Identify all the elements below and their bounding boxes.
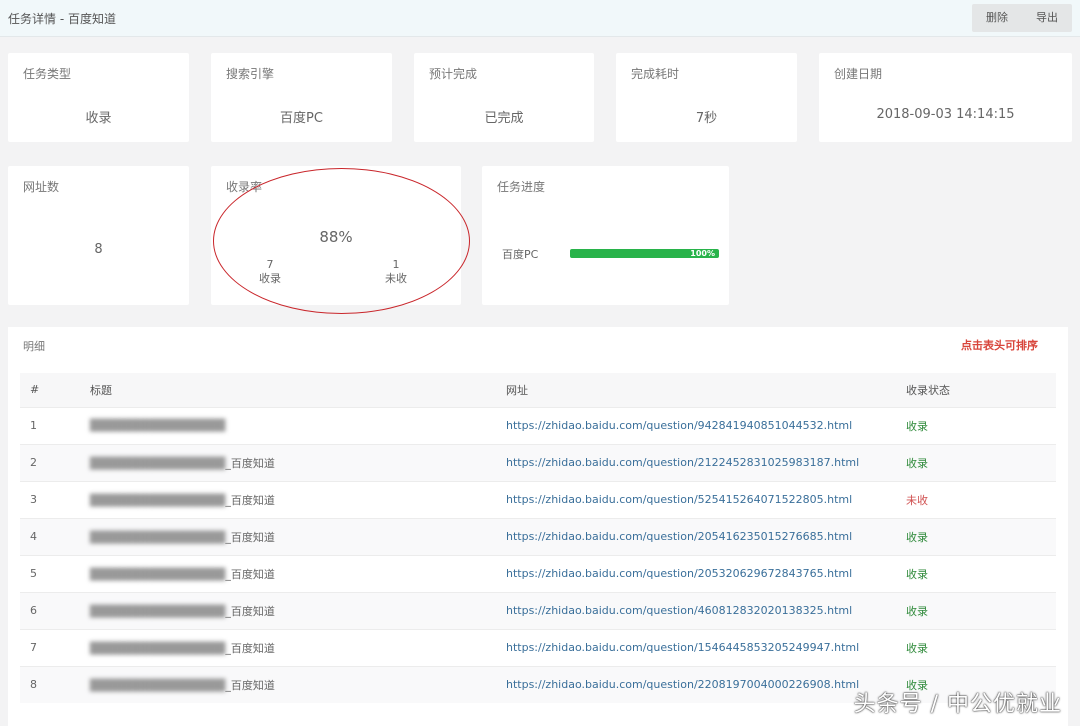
row-index: 4 bbox=[20, 518, 78, 555]
title-suffix: _百度知道 bbox=[225, 679, 275, 692]
row-title: ████████████████ bbox=[78, 407, 492, 444]
stat-label: 任务进度 bbox=[497, 178, 545, 195]
title-suffix: _百度知道 bbox=[225, 642, 275, 655]
blurred-title: ████████████████ bbox=[90, 679, 225, 692]
row-url[interactable]: https://zhidao.baidu.com/question/460812… bbox=[492, 592, 906, 629]
row-title: ████████████████_百度知道 bbox=[78, 592, 492, 629]
blurred-title: ████████████████ bbox=[90, 642, 225, 655]
table-row: 4 ████████████████_百度知道 https://zhidao.b… bbox=[20, 518, 1056, 555]
stat-value: 2018-09-03 14:14:15 bbox=[819, 107, 1072, 122]
stat-label: 任务类型 bbox=[23, 65, 71, 82]
stat-label: 创建日期 bbox=[834, 65, 882, 82]
row-index: 3 bbox=[20, 481, 78, 518]
detail-title: 明细 bbox=[23, 338, 45, 354]
stat-engine: 搜索引擎百度PC bbox=[211, 53, 392, 142]
stat-value: 已完成 bbox=[414, 107, 594, 126]
stat-value: 7秒 bbox=[616, 107, 797, 126]
table-row: 6 ████████████████_百度知道 https://zhidao.b… bbox=[20, 592, 1056, 629]
title-suffix: _百度知道 bbox=[225, 457, 275, 470]
stat-value: 百度PC bbox=[211, 107, 392, 126]
col-index[interactable]: # bbox=[20, 373, 78, 407]
row-title: ████████████████_百度知道 bbox=[78, 444, 492, 481]
detail-table: # 标题 网址 收录状态 1 ████████████████ https://… bbox=[20, 373, 1056, 703]
export-button[interactable]: 导出 bbox=[1022, 4, 1072, 32]
row-status: 收录 bbox=[906, 407, 1056, 444]
row-url[interactable]: https://zhidao.baidu.com/question/154644… bbox=[492, 629, 906, 666]
table-row: 5 ████████████████_百度知道 https://zhidao.b… bbox=[20, 555, 1056, 592]
row-url[interactable]: https://zhidao.baidu.com/question/205320… bbox=[492, 555, 906, 592]
row-status: 收录 bbox=[906, 555, 1056, 592]
delete-button[interactable]: 删除 bbox=[972, 4, 1022, 32]
blurred-title: ████████████████ bbox=[90, 531, 225, 544]
row-url[interactable]: https://zhidao.baidu.com/question/942841… bbox=[492, 407, 906, 444]
table-row: 1 ████████████████ https://zhidao.baidu.… bbox=[20, 407, 1056, 444]
stat-label: 预计完成 bbox=[429, 65, 477, 82]
row-status: 收录 bbox=[906, 629, 1056, 666]
stat-created: 创建日期 2018-09-03 14:14:15 bbox=[819, 53, 1072, 142]
row-title: ████████████████_百度知道 bbox=[78, 629, 492, 666]
progress-card: 任务进度 百度PC 100% bbox=[482, 166, 729, 305]
detail-panel: 明细 点击表头可排序 # 标题 网址 收录状态 1 ██████████████… bbox=[8, 327, 1068, 726]
stat-eta: 预计完成已完成 bbox=[414, 53, 594, 142]
blurred-title: ████████████████ bbox=[90, 494, 225, 507]
progress-engine: 百度PC bbox=[502, 246, 538, 262]
title-suffix: _百度知道 bbox=[225, 531, 275, 544]
row-url[interactable]: https://zhidao.baidu.com/question/212245… bbox=[492, 444, 906, 481]
blurred-title: ████████████████ bbox=[90, 419, 225, 432]
header: 任务详情 - 百度知道 删除 导出 bbox=[0, 0, 1080, 37]
row-url[interactable]: https://zhidao.baidu.com/question/220819… bbox=[492, 666, 906, 703]
stat-task-type: 任务类型收录 bbox=[8, 53, 189, 142]
row-url[interactable]: https://zhidao.baidu.com/question/205416… bbox=[492, 518, 906, 555]
row-title: ████████████████_百度知道 bbox=[78, 518, 492, 555]
row-status: 收录 bbox=[906, 444, 1056, 481]
progress-bar: 100% bbox=[570, 249, 719, 258]
row-index: 2 bbox=[20, 444, 78, 481]
stat-value: 收录 bbox=[8, 107, 189, 126]
row-index: 7 bbox=[20, 629, 78, 666]
row-url[interactable]: https://zhidao.baidu.com/question/525415… bbox=[492, 481, 906, 518]
watermark: 头条号 / 中公优就业 bbox=[854, 686, 1062, 718]
row-title: ████████████████_百度知道 bbox=[78, 666, 492, 703]
row-status: 收录 bbox=[906, 518, 1056, 555]
table-row: 3 ████████████████_百度知道 https://zhidao.b… bbox=[20, 481, 1056, 518]
title-suffix: _百度知道 bbox=[225, 605, 275, 618]
row-index: 6 bbox=[20, 592, 78, 629]
row-status: 收录 bbox=[906, 592, 1056, 629]
title-suffix: _百度知道 bbox=[225, 494, 275, 507]
col-status[interactable]: 收录状态 bbox=[906, 373, 1056, 407]
row-status: 未收 bbox=[906, 481, 1056, 518]
stat-label: 搜索引擎 bbox=[226, 65, 274, 82]
stat-label: 完成耗时 bbox=[631, 65, 679, 82]
row-index: 1 bbox=[20, 407, 78, 444]
row-index: 8 bbox=[20, 666, 78, 703]
col-title[interactable]: 标题 bbox=[78, 373, 492, 407]
row-title: ████████████████_百度知道 bbox=[78, 555, 492, 592]
row-title: ████████████████_百度知道 bbox=[78, 481, 492, 518]
table-row: 7 ████████████████_百度知道 https://zhidao.b… bbox=[20, 629, 1056, 666]
row-index: 5 bbox=[20, 555, 78, 592]
blurred-title: ████████████████ bbox=[90, 605, 225, 618]
table-row: 2 ████████████████_百度知道 https://zhidao.b… bbox=[20, 444, 1056, 481]
stat-value: 8 bbox=[8, 242, 189, 257]
url-count-card: 网址数 8 bbox=[8, 166, 189, 305]
stat-label: 网址数 bbox=[23, 178, 59, 195]
blurred-title: ████████████████ bbox=[90, 568, 225, 581]
highlight-ellipse bbox=[213, 168, 470, 314]
title-suffix: _百度知道 bbox=[225, 568, 275, 581]
col-url[interactable]: 网址 bbox=[492, 373, 906, 407]
blurred-title: ████████████████ bbox=[90, 457, 225, 470]
stat-duration: 完成耗时 7秒 bbox=[616, 53, 797, 142]
sort-hint: 点击表头可排序 bbox=[961, 337, 1038, 353]
page-title: 任务详情 - 百度知道 bbox=[8, 10, 116, 27]
